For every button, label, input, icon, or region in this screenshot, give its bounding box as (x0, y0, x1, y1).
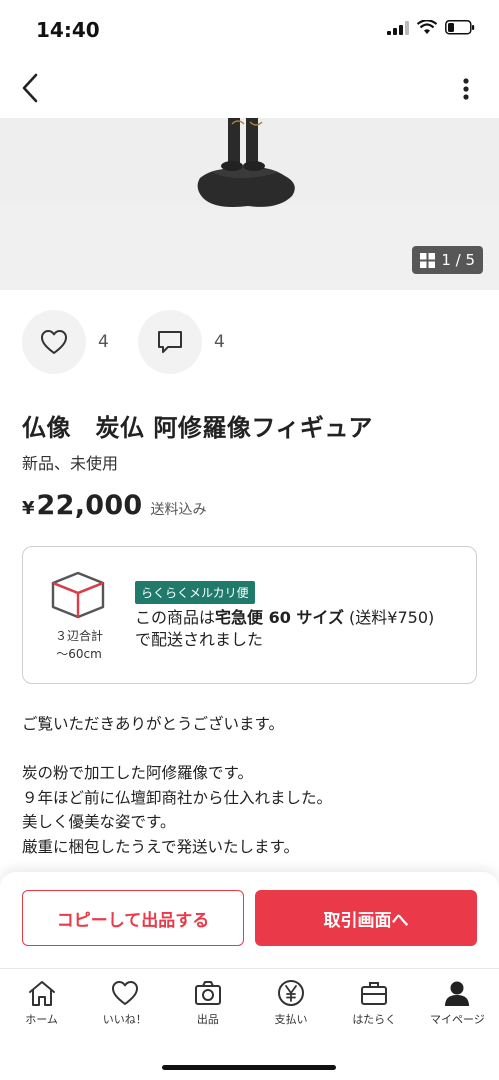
tab-likes[interactable]: いいね！ (83, 969, 166, 1032)
box-size-caption: ３辺合計 ～60cm (54, 629, 103, 661)
tab-work[interactable]: はたらく (333, 969, 416, 1032)
back-button[interactable] (12, 70, 48, 106)
tab-mypage[interactable]: マイページ (416, 969, 499, 1032)
comment-icon (158, 331, 182, 353)
action-row: 4 4 (22, 310, 254, 374)
heart-icon (41, 330, 67, 354)
tab-label: 出品 (196, 1013, 219, 1026)
tab-label: ホーム (25, 1013, 58, 1026)
battery-icon (445, 20, 475, 35)
description-line: 炭の粉で加工した阿修羅像です。 (22, 764, 253, 782)
shipping-info-card: ３辺合計 ～60cm らくらくメルカリ便 この商品は宅急便 60 サイズ (送料… (22, 546, 477, 684)
top-nav (0, 60, 499, 118)
status-icons (387, 20, 475, 35)
trade-screen-button[interactable]: 取引画面へ (255, 890, 477, 946)
grid-icon (420, 252, 436, 268)
camera-icon (194, 981, 221, 1005)
package-box-icon (51, 571, 105, 619)
more-options-button[interactable] (453, 72, 479, 106)
person-icon (445, 981, 470, 1006)
item-title: 仏像 炭仏 阿修羅像フィギュア (22, 414, 373, 442)
comment-count: 4 (214, 332, 225, 352)
home-indicator (162, 1065, 336, 1070)
shipping-included-label: 送料込み (150, 502, 207, 518)
tab-home[interactable]: ホーム (0, 969, 83, 1032)
more-vertical-icon (463, 78, 469, 100)
description-line: 美しく優美な姿です。 (22, 813, 176, 831)
item-condition: 新品、未使用 (22, 454, 119, 473)
tab-label: いいね！ (102, 1013, 147, 1026)
tab-payment[interactable]: 支払い (249, 969, 332, 1032)
heart-icon (111, 981, 138, 1005)
product-photo-carousel[interactable]: 1 / 5 (0, 118, 499, 290)
signal-icon (387, 20, 409, 35)
like-count: 4 (98, 332, 109, 352)
briefcase-icon (361, 982, 388, 1005)
tab-sell[interactable]: 出品 (166, 969, 249, 1032)
description-line: 厳重に梱包したうえで発送いたします。 (22, 837, 299, 856)
bottom-action-panel: コピーして出品する 取引画面へ ホーム いいね！ 出品 支払い はたらく マイペ… (0, 872, 499, 1080)
status-time: 14:40 (36, 18, 100, 42)
tab-label: 支払い (274, 1013, 308, 1026)
wifi-icon (417, 20, 437, 34)
comment-button[interactable] (138, 310, 202, 374)
tab-label: はたらく (352, 1013, 397, 1026)
tab-label: マイページ (429, 1013, 485, 1026)
status-bar: 14:40 (0, 0, 499, 60)
photo-counter-label: 1 / 5 (441, 251, 475, 269)
price-row: ¥ 22,000 送料込み (22, 490, 207, 521)
description-line: ご覧いただきありがとうございます。 (22, 715, 284, 733)
item-description: ご覧いただきありがとうございます。 炭の粉で加工した阿修羅像です。 ９年ほど前に… (22, 712, 482, 859)
description-line: ９年ほど前に仏壇卸商社から仕入れました。 (22, 788, 333, 807)
price-value: 22,000 (36, 490, 143, 521)
price-symbol: ¥ (22, 498, 35, 519)
photo-counter[interactable]: 1 / 5 (412, 246, 483, 274)
home-icon (28, 981, 55, 1006)
yen-icon (278, 980, 305, 1006)
like-button[interactable] (22, 310, 86, 374)
shipping-method-text: この商品は宅急便 60 サイズ (送料¥750) で配送されました (135, 608, 435, 649)
rakuraku-badge: らくらくメルカリ便 (135, 581, 255, 604)
tab-bar: ホーム いいね！ 出品 支払い はたらく マイページ (0, 968, 499, 1032)
copy-listing-button[interactable]: コピーして出品する (22, 890, 244, 946)
chevron-left-icon (22, 73, 38, 103)
